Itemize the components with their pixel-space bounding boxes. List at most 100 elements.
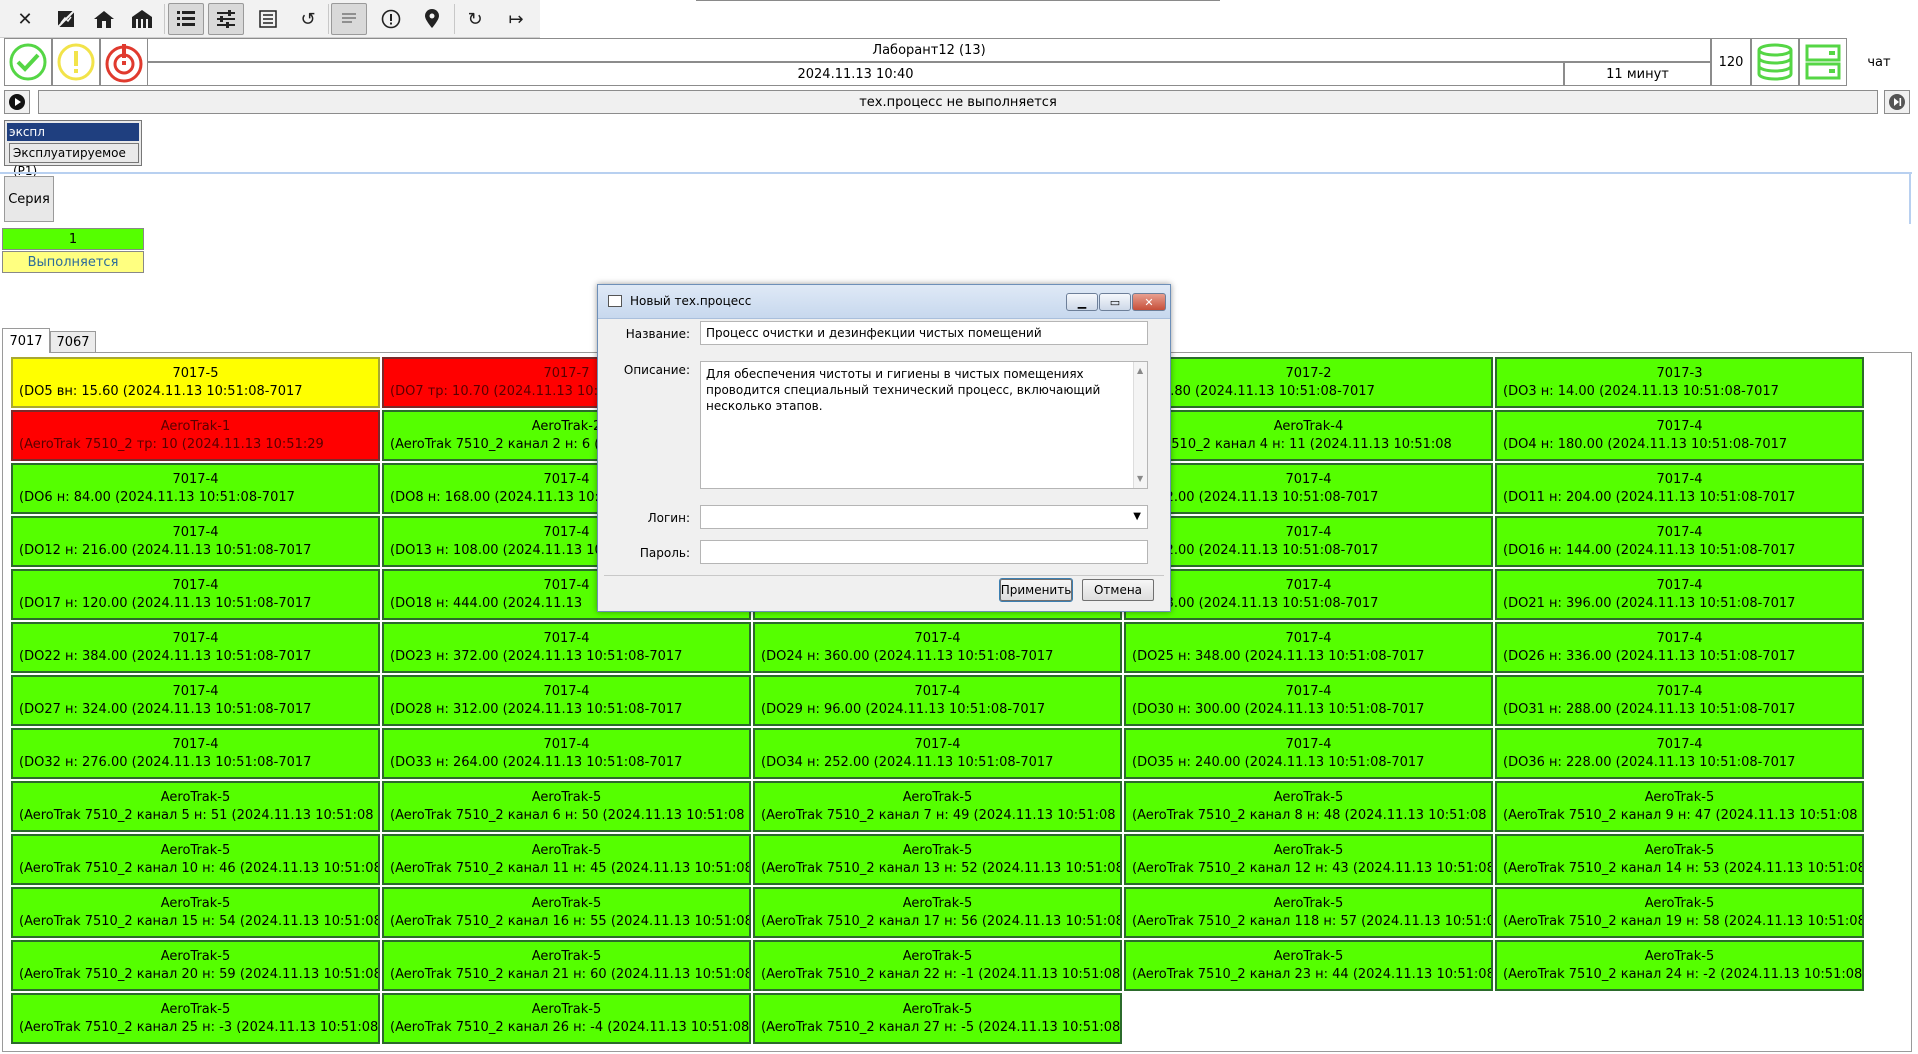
sensor-cell[interactable]: AeroTrak-5 (AeroTrak 7510_2 канал 9 н: 47… [1495, 781, 1864, 832]
sensor-cell[interactable]: AeroTrak-5 (AeroTrak 7510_2 канал 16 н: 5… [382, 887, 751, 938]
home-icon[interactable] [86, 3, 122, 35]
sensor-cell[interactable]: 7017-5 (DO5 вн: 15.60 (2024.11.13 10:51:0… [11, 357, 380, 408]
refresh-icon[interactable]: ↻ [457, 3, 493, 35]
dialog-close-icon[interactable]: ✕ [1132, 293, 1166, 311]
sensor-reading: н: 192.00 (2024.11.13 10:51:08-7017 [1132, 489, 1379, 505]
sensor-cell[interactable]: 7017-4 (DO22 н: 384.00 (2024.11.13 10:51:… [11, 622, 380, 673]
close-icon[interactable]: ✕ [7, 3, 43, 35]
sensor-reading: Trak 7510_2 канал 4 н: 11 (2024.11.13 10… [1132, 436, 1452, 452]
checklist-icon[interactable] [250, 3, 286, 35]
sensor-cell[interactable]: 7017-4 н: 192.00 (2024.11.13 10:51:08-701… [1124, 463, 1493, 514]
sensor-cell[interactable]: 7017-4 (DO35 н: 240.00 (2024.11.13 10:51:… [1124, 728, 1493, 779]
sensor-cell[interactable]: 7017-4 (DO36 н: 228.00 (2024.11.13 10:51:… [1495, 728, 1864, 779]
sensor-cell[interactable]: 7017-4 (DO25 н: 348.00 (2024.11.13 10:51:… [1124, 622, 1493, 673]
series-number[interactable]: 1 [2, 228, 144, 250]
sensor-cell[interactable]: 7017-4 (DO33 н: 264.00 (2024.11.13 10:51:… [382, 728, 751, 779]
tab-7067[interactable]: 7067 [50, 331, 96, 352]
sensor-cell[interactable]: AeroTrak-5 (AeroTrak 7510_2 канал 5 н: 51… [11, 781, 380, 832]
no-image-icon[interactable] [48, 3, 84, 35]
sensor-cell[interactable]: AeroTrak-5 (AeroTrak 7510_2 канал 13 н: 5… [753, 834, 1122, 885]
description-scrollbar[interactable]: ▲ ▼ [1133, 362, 1147, 488]
sensor-cell[interactable]: AeroTrak-5 (AeroTrak 7510_2 канал 14 н: 5… [1495, 834, 1864, 885]
equipment-panel[interactable]: экспл Эксплуатируемое (P1) [4, 120, 142, 178]
building-icon[interactable] [124, 3, 160, 35]
series-button[interactable]: Серия [4, 176, 54, 222]
sensor-reading: (DO12 н: 216.00 (2024.11.13 10:51:08-701… [19, 542, 312, 558]
minimize-icon[interactable]: ▁ [1066, 293, 1098, 311]
sensor-cell[interactable]: 7017-4 н: 132.00 (2024.11.13 10:51:08-701… [1124, 516, 1493, 567]
login-select[interactable]: ▼ [700, 505, 1148, 529]
sensor-cell[interactable]: AeroTrak-5 (AeroTrak 7510_2 канал 20 н: 5… [11, 940, 380, 991]
sensor-cell[interactable]: AeroTrak-5 (AeroTrak 7510_2 канал 6 н: 50… [382, 781, 751, 832]
list-view-icon[interactable] [168, 3, 204, 35]
sensor-cell[interactable]: AeroTrak-5 (AeroTrak 7510_2 канал 15 н: 5… [11, 887, 380, 938]
sensor-cell[interactable]: 7017-4 (DO32 н: 276.00 (2024.11.13 10:51:… [11, 728, 380, 779]
sensor-cell[interactable]: 7017-4 н: 408.00 (2024.11.13 10:51:08-701… [1124, 569, 1493, 620]
next-button[interactable] [1884, 90, 1910, 114]
sensor-cell[interactable]: 7017-4 (DO4 н: 180.00 (2024.11.13 10:51:0… [1495, 410, 1864, 461]
reset-icon[interactable]: ↺ [290, 3, 326, 35]
sensor-cell[interactable]: AeroTrak-5 (AeroTrak 7510_2 канал 17 н: 5… [753, 887, 1122, 938]
sensor-reading: (DO28 н: 312.00 (2024.11.13 10:51:08-701… [390, 701, 683, 717]
name-input[interactable]: Процесс очистки и дезинфекции чистых пом… [700, 321, 1148, 345]
divider-vertical [1909, 172, 1911, 224]
sensor-cell[interactable]: AeroTrak-5 (AeroTrak 7510_2 канал 25 н: -… [11, 993, 380, 1044]
sensor-cell[interactable]: 7017-4 (DO27 н: 324.00 (2024.11.13 10:51:… [11, 675, 380, 726]
sensor-cell[interactable]: 7017-4 (DO28 н: 312.00 (2024.11.13 10:51:… [382, 675, 751, 726]
sensor-cell[interactable]: 7017-2 н: -20.80 (2024.11.13 10:51:08-701… [1124, 357, 1493, 408]
sensor-cell[interactable]: AeroTrak-5 (AeroTrak 7510_2 канал 23 н: 4… [1124, 940, 1493, 991]
sensor-cell[interactable]: AeroTrak-5 (AeroTrak 7510_2 канал 118 н: … [1124, 887, 1493, 938]
notes-icon[interactable] [331, 3, 367, 35]
sensor-cell[interactable]: 7017-4 (DO23 н: 372.00 (2024.11.13 10:51:… [382, 622, 751, 673]
sensor-cell[interactable]: 7017-4 (DO21 н: 396.00 (2024.11.13 10:51:… [1495, 569, 1864, 620]
sensor-cell[interactable]: 7017-4 (DO16 н: 144.00 (2024.11.13 10:51:… [1495, 516, 1864, 567]
password-input[interactable] [700, 540, 1148, 564]
scroll-up-icon[interactable]: ▲ [1137, 366, 1143, 375]
tab-7017[interactable]: 7017 [2, 328, 50, 353]
scroll-down-icon[interactable]: ▼ [1137, 474, 1143, 483]
maximize-icon[interactable]: ▭ [1099, 293, 1131, 311]
location-pin-icon[interactable] [414, 3, 450, 35]
sensor-cell[interactable]: 7017-4 (DO6 н: 84.00 (2024.11.13 10:51:08… [11, 463, 380, 514]
sensor-cell[interactable]: 7017-4 (DO26 н: 336.00 (2024.11.13 10:51:… [1495, 622, 1864, 673]
sensor-cell[interactable]: 7017-4 (DO17 н: 120.00 (2024.11.13 10:51:… [11, 569, 380, 620]
logout-icon[interactable]: ↦ [498, 3, 534, 35]
sensor-cell[interactable]: AeroTrak-5 (AeroTrak 7510_2 канал 26 н: -… [382, 993, 751, 1044]
sensor-cell[interactable]: AeroTrak-5 (AeroTrak 7510_2 канал 21 н: 6… [382, 940, 751, 991]
sensor-title: AeroTrak-5 [160, 1001, 231, 1017]
ok-status-icon[interactable] [4, 38, 52, 86]
play-button[interactable] [4, 90, 30, 114]
sensor-cell[interactable]: AeroTrak-5 (AeroTrak 7510_2 канал 7 н: 49… [753, 781, 1122, 832]
server-icon[interactable] [1799, 38, 1847, 86]
sensor-cell[interactable]: AeroTrak-5 (AeroTrak 7510_2 канал 19 н: 5… [1495, 887, 1864, 938]
sensor-cell[interactable]: AeroTrak-5 (AeroTrak 7510_2 канал 10 н: 4… [11, 834, 380, 885]
sensor-reading: (AeroTrak 7510_2 канал 22 н: -1 (2024.11… [761, 966, 1121, 982]
warning-status-icon[interactable] [52, 38, 100, 86]
dialog-titlebar[interactable]: Новый тех.процесс ▁ ▭ ✕ [598, 285, 1170, 319]
sensor-cell[interactable]: 7017-4 (DO31 н: 288.00 (2024.11.13 10:51:… [1495, 675, 1864, 726]
sensor-cell[interactable]: 7017-4 (DO34 н: 252.00 (2024.11.13 10:51:… [753, 728, 1122, 779]
sensor-cell[interactable]: AeroTrak-5 (AeroTrak 7510_2 канал 11 н: 4… [382, 834, 751, 885]
sensor-cell[interactable]: 7017-4 (DO12 н: 216.00 (2024.11.13 10:51:… [11, 516, 380, 567]
sensor-cell[interactable]: 7017-3 (DO3 н: 14.00 (2024.11.13 10:51:08… [1495, 357, 1864, 408]
database-icon[interactable] [1751, 38, 1799, 86]
sensor-cell[interactable]: AeroTrak-5 (AeroTrak 7510_2 канал 22 н: -… [753, 940, 1122, 991]
sensor-cell[interactable]: AeroTrak-5 (AeroTrak 7510_2 канал 8 н: 48… [1124, 781, 1493, 832]
alert-icon[interactable] [373, 3, 409, 35]
cancel-button[interactable]: Отмена [1082, 579, 1154, 601]
sensor-cell[interactable]: 7017-4 (DO30 н: 300.00 (2024.11.13 10:51:… [1124, 675, 1493, 726]
sensor-cell[interactable]: AeroTrak-5 (AeroTrak 7510_2 канал 27 н: -… [753, 993, 1122, 1044]
alarm-status-icon[interactable] [100, 38, 148, 86]
sensor-cell[interactable]: 7017-4 (DO24 н: 360.00 (2024.11.13 10:51:… [753, 622, 1122, 673]
apply-button[interactable]: Применить [999, 578, 1073, 602]
sensor-cell[interactable]: 7017-4 (DO11 н: 204.00 (2024.11.13 10:51:… [1495, 463, 1864, 514]
sensor-cell[interactable]: 7017-4 (DO29 н: 96.00 (2024.11.13 10:51:0… [753, 675, 1122, 726]
sensor-cell[interactable]: AeroTrak-1 (AeroTrak 7510_2 тр: 10 (2024.… [11, 410, 380, 461]
equipment-value[interactable]: Эксплуатируемое (P1) [9, 143, 139, 178]
sensor-cell[interactable]: AeroTrak-5 (AeroTrak 7510_2 канал 12 н: 4… [1124, 834, 1493, 885]
sensor-cell[interactable]: AeroTrak-5 (AeroTrak 7510_2 канал 24 н: -… [1495, 940, 1864, 991]
sensor-cell[interactable]: AeroTrak-4 Trak 7510_2 канал 4 н: 11 (202… [1124, 410, 1493, 461]
description-textarea[interactable]: Для обеспечения чистоты и гигиены в чист… [700, 361, 1148, 489]
chat-button[interactable]: чат [1847, 38, 1911, 86]
sliders-icon[interactable] [208, 3, 244, 35]
